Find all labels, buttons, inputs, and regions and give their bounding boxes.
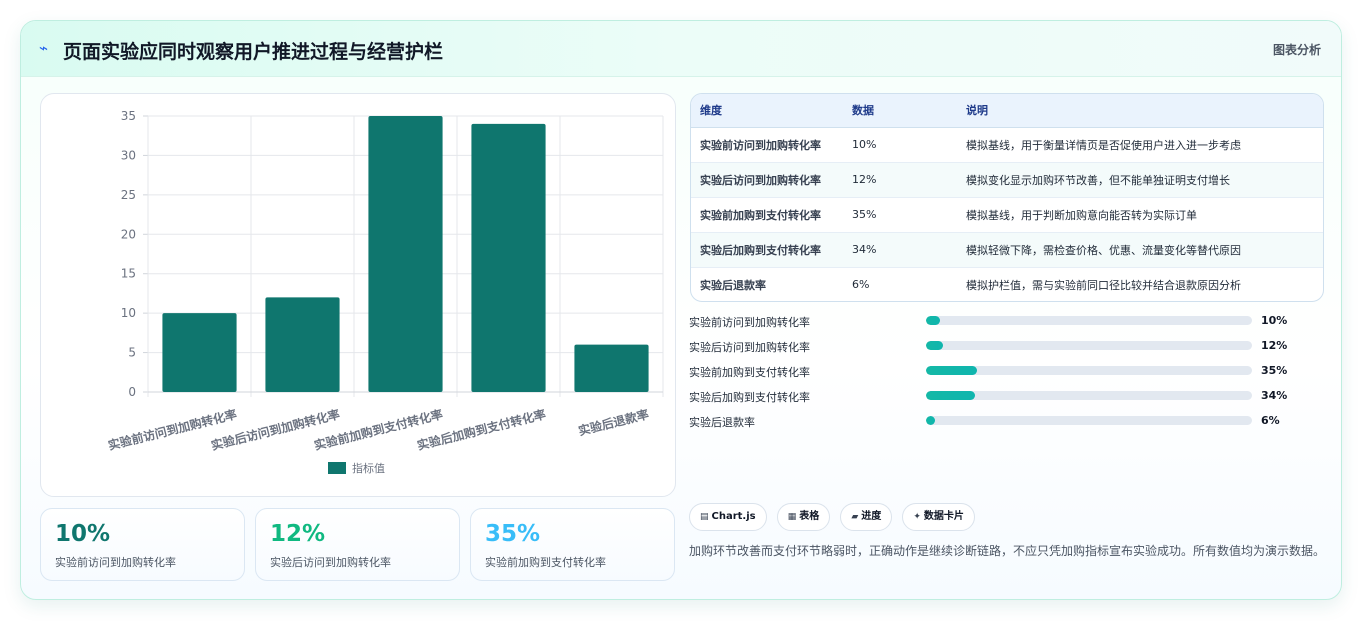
stat-label: 实验前访问到加购转化率 [55, 556, 176, 569]
stat-value: 10% [55, 521, 111, 547]
bar [162, 313, 237, 392]
table-cell: 实验前访问到加购转化率 [691, 127, 843, 163]
table-cell: 实验后访问到加购转化率 [691, 162, 843, 198]
sparkle-icon: ✦ [913, 512, 921, 522]
chip-data-cards[interactable]: ✦ 数据卡片 [902, 503, 975, 531]
table-cell: 模拟轻微下降，需检查价格、优惠、流量变化等替代原因 [957, 232, 1323, 268]
legend-swatch [328, 462, 346, 474]
bar-chart-panel: 0 5 10 15 20 25 30 35 实验前访问到加购转化率 实验后访问到加购转化率 实验前加… [40, 93, 676, 497]
trend-icon: ⌁ [39, 39, 49, 57]
progress-icon: ▰ [851, 512, 859, 522]
stat-value: 35% [485, 521, 541, 547]
progress-fill [926, 391, 976, 400]
stat-card: 35% 实验前加购到支付转化率 [470, 508, 675, 581]
stat-card: 10% 实验前访问到加购转化率 [40, 508, 245, 581]
progress-row: 实验前加购到支付转化率 35% [689, 362, 1329, 387]
y-tick-label: 35 [121, 109, 136, 123]
progress-label: 实验前访问到加购转化率 [689, 316, 810, 329]
progress-track [926, 416, 1252, 425]
progress-value: 12% [1261, 339, 1288, 352]
chip-chartjs[interactable]: ▤ Chart.js [689, 503, 767, 531]
table-row: 实验后退款率 6% 模拟护栏值，需与实验前同口径比较并结合退款原因分析 [691, 267, 1323, 301]
progress-track [926, 316, 1252, 325]
table-cell: 12% [843, 162, 957, 198]
progress-row: 实验后退款率 6% [689, 412, 1329, 437]
header-tag: 图表分析 [1272, 43, 1321, 57]
y-tick-label: 25 [121, 188, 136, 202]
stat-card: 12% 实验后访问到加购转化率 [255, 508, 460, 581]
page-title: 页面实验应同时观察用户推进过程与经营护栏 [63, 41, 444, 63]
table-row: 实验前访问到加购转化率 10% 模拟基线，用于衡量详情页是否促使用户进入进一步考… [691, 127, 1323, 163]
table-cell: 实验前加购到支付转化率 [691, 197, 843, 233]
progress-track [926, 341, 1252, 350]
progress-row: 实验后访问到加购转化率 12% [689, 337, 1329, 362]
bar [574, 344, 649, 392]
progress-track [926, 366, 1252, 375]
y-tick-label: 10 [121, 306, 136, 320]
progress-label: 实验后加购到支付转化率 [689, 391, 810, 404]
y-tick-label: 0 [128, 385, 136, 399]
legend-label: 指标值 [352, 461, 385, 475]
table-cell: 模拟基线，用于衡量详情页是否促使用户进入进一步考虑 [957, 127, 1323, 163]
chip-label: 表格 [799, 511, 820, 522]
tool-chips: ▤ Chart.js ▦ 表格 ▰ 进度 ✦ 数据卡片 [689, 503, 980, 531]
y-tick-label: 5 [128, 346, 136, 360]
bar-chart: 05101520253035实验前访问到加购转化率实验后访问到加购转化率实验前加… [107, 109, 664, 475]
analysis-card: ⌁ 页面实验应同时观察用户推进过程与经营护栏 图表分析 0 5 10 15 20 25 30… [20, 20, 1342, 600]
progress-value: 6% [1261, 414, 1280, 427]
chart-icon: ▤ [700, 512, 709, 522]
table-header-cell: 维度 [691, 94, 843, 128]
table-icon: ▦ [787, 512, 797, 522]
progress-label: 实验前加购到支付转化率 [689, 366, 810, 379]
progress-row: 实验前访问到加购转化率 10% [689, 312, 1329, 337]
progress-fill [926, 341, 944, 350]
stat-value: 12% [270, 521, 326, 547]
progress-value: 10% [1261, 314, 1288, 327]
x-tick-label: 实验后退款率 [577, 406, 651, 438]
analysis-note: 加购环节改善而支付环节略弱时，正确动作是继续诊断链路，不应只凭加购指标宣布实验成… [689, 544, 1326, 558]
data-table: 维度 数据 说明 实验前访问到加购转化率 10% 模拟基线，用于衡量详情页是否促… [690, 93, 1324, 302]
chip-label: Chart.js [711, 511, 756, 522]
bar [471, 123, 546, 392]
progress-value: 34% [1261, 389, 1288, 402]
y-tick-label: 30 [121, 148, 136, 162]
progress-fill [926, 416, 935, 425]
progress-row: 实验后加购到支付转化率 34% [689, 387, 1329, 412]
table-header-cell: 说明 [957, 94, 1323, 128]
progress-track [926, 391, 1252, 400]
table-cell: 实验后退款率 [700, 278, 766, 292]
chip-label: 进度 [861, 511, 882, 522]
y-tick-label: 20 [121, 227, 136, 241]
table-cell: 模拟基线，用于判断加购意向能否转为实际订单 [957, 197, 1323, 233]
table-cell: 模拟护栏值，需与实验前同口径比较并结合退款原因分析 [966, 278, 1241, 292]
bar [368, 116, 443, 392]
table-cell: 34% [843, 232, 957, 268]
chip-label: 数据卡片 [923, 511, 964, 522]
chip-table[interactable]: ▦ 表格 [776, 503, 831, 531]
bar [265, 297, 340, 392]
table-cell: 模拟变化显示加购环节改善，但不能单独证明支付增长 [957, 162, 1323, 198]
progress-value: 35% [1261, 364, 1288, 377]
table-cell: 实验后加购到支付转化率 [691, 232, 843, 268]
table-header-cell: 数据 [843, 94, 957, 128]
table-cell: 6% [852, 278, 870, 292]
stat-label: 实验后访问到加购转化率 [270, 556, 391, 569]
progress-fill [926, 366, 977, 375]
table-cell: 10% [843, 127, 957, 163]
progress-list: 实验前访问到加购转化率 10% 实验后访问到加购转化率 12% 实验前加购到支付… [689, 312, 1329, 437]
y-tick-label: 15 [121, 267, 136, 281]
table-cell: 35% [843, 197, 957, 233]
chip-progress[interactable]: ▰ 进度 [840, 503, 893, 531]
progress-fill [926, 316, 941, 325]
table-row: 实验前加购到支付转化率 35% 模拟基线，用于判断加购意向能否转为实际订单 [691, 197, 1323, 233]
stat-label: 实验前加购到支付转化率 [485, 556, 606, 569]
table-row: 实验后加购到支付转化率 34% 模拟轻微下降，需检查价格、优惠、流量变化等替代原… [691, 232, 1323, 268]
table-header-row: 维度 数据 说明 [691, 94, 1323, 128]
card-header: ⌁ 页面实验应同时观察用户推进过程与经营护栏 图表分析 [21, 21, 1341, 77]
table-row: 实验后访问到加购转化率 12% 模拟变化显示加购环节改善，但不能单独证明支付增长 [691, 162, 1323, 198]
progress-label: 实验后退款率 [689, 416, 755, 429]
progress-label: 实验后访问到加购转化率 [689, 341, 810, 354]
